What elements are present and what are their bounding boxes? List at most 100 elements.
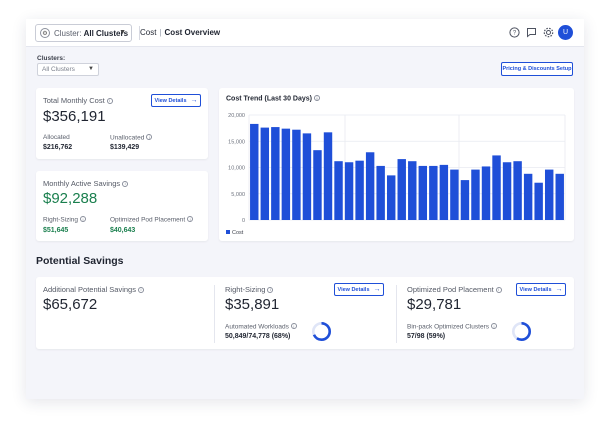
avatar[interactable]: U <box>558 25 573 40</box>
svg-text:?: ? <box>513 31 517 37</box>
bar[interactable] <box>418 165 428 220</box>
bar[interactable] <box>260 127 270 220</box>
bar[interactable] <box>513 161 522 220</box>
legend-swatch <box>226 230 230 234</box>
bar[interactable] <box>555 173 564 220</box>
bar[interactable] <box>355 160 364 220</box>
pod-placement-value: $40,643 <box>110 227 136 234</box>
unallocated-value: $139,429 <box>110 144 140 151</box>
potential-pod-title: Optimized Pod Placement i <box>407 285 502 294</box>
bar[interactable] <box>292 129 301 220</box>
bar[interactable] <box>334 161 343 220</box>
info-icon[interactable]: i <box>137 286 144 293</box>
info-icon[interactable]: i <box>495 286 502 293</box>
bar[interactable] <box>502 162 512 220</box>
potential-rightsizing-value: $35,891 <box>225 296 280 313</box>
pod-view-details-button[interactable]: View Details → <box>516 283 566 296</box>
y-tick-label: 5,000 <box>231 192 245 198</box>
top-bar: ⚙ Cluster: All Clusters ▼ Cost | Cost Over… <box>26 19 584 47</box>
bar[interactable] <box>323 132 333 220</box>
legend-label: Cost <box>232 230 244 236</box>
arrow-right-icon: → <box>373 286 381 293</box>
total-cost-title: Total Monthly Cost i <box>43 96 113 105</box>
cost-trend-card: Cost Trend (Last 30 Days) i 20,000 15,000 1… <box>219 88 574 241</box>
arrow-right-icon: → <box>555 286 563 293</box>
arrow-right-icon: → <box>190 97 198 104</box>
bar[interactable] <box>313 150 322 220</box>
binpack-label: Bin-pack Optimized Clusters i <box>407 323 497 331</box>
clusters-filter-label: Clusters: <box>37 55 66 62</box>
bar[interactable] <box>386 175 396 221</box>
bar[interactable] <box>281 128 291 220</box>
cluster-selector[interactable]: ⚙ Cluster: All Clusters ▼ <box>35 24 132 42</box>
pricing-discounts-button[interactable]: Pricing & Discounts Setup <box>501 62 573 76</box>
bar[interactable] <box>344 162 354 220</box>
active-savings-value: $92,288 <box>43 190 98 207</box>
bar[interactable] <box>271 127 280 220</box>
pod-placement-label: Optimized Pod Placement i <box>110 216 194 224</box>
cluster-selector-label: Cluster: <box>54 28 82 38</box>
automated-workloads-label: Automated Workloads i <box>225 323 297 331</box>
automated-workloads-ring <box>312 322 331 341</box>
bar[interactable] <box>302 133 312 221</box>
gear-icon[interactable] <box>543 27 554 38</box>
bar[interactable] <box>471 169 480 220</box>
rightsizing-label: Right-Sizing i <box>43 216 87 224</box>
bar[interactable] <box>460 180 470 220</box>
clusters-filter-select[interactable]: All Clusters ▼ <box>37 63 99 76</box>
info-icon[interactable]: i <box>106 97 113 104</box>
chevron-down-icon: ▼ <box>119 29 126 36</box>
breadcrumb: Cost | Cost Overview <box>140 28 220 37</box>
bar[interactable] <box>544 169 554 220</box>
clusters-filter-value: All Clusters <box>42 66 75 73</box>
y-tick-label: 0 <box>242 218 245 224</box>
column-divider <box>214 285 215 343</box>
info-icon[interactable]: i <box>491 323 497 329</box>
bar[interactable] <box>365 152 375 220</box>
rightsizing-view-details-button[interactable]: View Details → <box>334 283 384 296</box>
y-tick-label: 10,000 <box>228 166 245 172</box>
info-icon[interactable]: i <box>146 134 153 140</box>
bar[interactable] <box>250 123 259 220</box>
allocated-label: Allocated <box>43 134 70 141</box>
bar[interactable] <box>397 159 406 220</box>
binpack-value: 57/98 (59%) <box>407 333 446 340</box>
info-icon[interactable]: i <box>187 216 194 222</box>
chevron-down-icon: ▼ <box>88 66 94 72</box>
help-icon[interactable]: ? <box>509 27 520 38</box>
total-cost-card: Total Monthly Cost i View Details → $356,1… <box>36 88 208 159</box>
bar[interactable] <box>523 173 533 220</box>
info-icon[interactable]: i <box>267 286 274 293</box>
automated-workloads-value: 50,849/74,778 (68%) <box>225 333 291 340</box>
bar[interactable] <box>481 166 491 220</box>
bar[interactable] <box>408 161 417 220</box>
bar[interactable] <box>439 164 449 221</box>
binpack-ring <box>512 322 531 341</box>
breadcrumb-root[interactable]: Cost <box>140 28 156 37</box>
additional-savings-title: Additional Potential Savings i <box>43 285 144 294</box>
info-icon[interactable]: i <box>290 323 297 329</box>
cluster-icon: ⚙ <box>40 28 50 38</box>
bar[interactable] <box>376 165 385 220</box>
app-frame: ⚙ Cluster: All Clusters ▼ Cost | Cost Over… <box>26 19 584 399</box>
potential-savings-title: Potential Savings <box>36 255 124 267</box>
unallocated-label: Unallocated i <box>110 134 153 142</box>
bar[interactable] <box>492 155 501 220</box>
bar[interactable] <box>450 169 459 220</box>
chat-icon[interactable] <box>526 27 537 38</box>
breadcrumb-separator: | <box>159 28 162 37</box>
info-icon[interactable]: i <box>80 216 87 222</box>
column-divider <box>396 285 397 343</box>
potential-savings-card: Additional Potential Savings i $65,672 Ri… <box>36 277 574 349</box>
bar[interactable] <box>429 165 438 220</box>
active-savings-card: Monthly Active Savings i $92,288 Right-Si… <box>36 171 208 241</box>
info-icon[interactable]: i <box>122 180 129 187</box>
bar[interactable] <box>534 182 543 220</box>
total-cost-view-details-button[interactable]: View Details → <box>151 94 201 107</box>
y-tick-label: 20,000 <box>228 113 245 119</box>
active-savings-title: Monthly Active Savings i <box>43 179 129 188</box>
total-cost-value: $356,191 <box>43 108 106 125</box>
potential-pod-value: $29,781 <box>407 296 462 313</box>
allocated-value: $216,762 <box>43 144 73 151</box>
rightsizing-value: $51,645 <box>43 227 69 234</box>
